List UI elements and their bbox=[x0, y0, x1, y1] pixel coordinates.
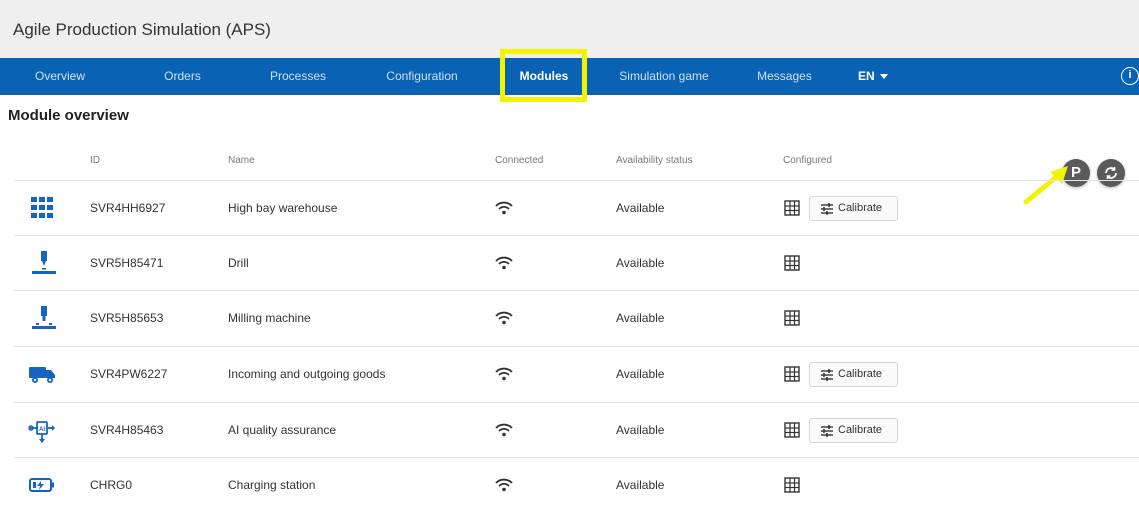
module-id: SVR4PW6227 bbox=[90, 367, 168, 381]
calibrate-label: Calibrate bbox=[838, 368, 883, 380]
nav-tab-overview[interactable]: Overview bbox=[30, 58, 90, 95]
app-title: Agile Production Simulation (APS) bbox=[13, 20, 271, 39]
column-header-name: Name bbox=[228, 155, 255, 166]
calibrate-button[interactable]: Calibrate bbox=[809, 362, 898, 387]
availability-status: Available bbox=[616, 367, 665, 381]
grid-icon[interactable] bbox=[784, 200, 800, 216]
nav-tab-simulation-game[interactable]: Simulation game bbox=[614, 58, 714, 95]
info-icon[interactable]: i bbox=[1121, 67, 1139, 85]
module-name: Incoming and outgoing goods bbox=[228, 367, 386, 381]
module-id: CHRG0 bbox=[90, 478, 133, 492]
nav-tab-orders[interactable]: Orders bbox=[155, 58, 210, 95]
module-name: Milling machine bbox=[228, 311, 311, 325]
nav-tab-messages[interactable]: Messages bbox=[752, 58, 817, 95]
module-id: SVR4H85463 bbox=[90, 423, 164, 437]
caret-down-icon bbox=[879, 74, 888, 80]
wifi-icon bbox=[495, 478, 513, 492]
wifi-icon bbox=[495, 256, 513, 270]
wifi-icon bbox=[495, 311, 513, 325]
module-id: SVR4HH6927 bbox=[90, 201, 166, 215]
table-row: SVR5H85653 Milling machine Available bbox=[14, 290, 1139, 345]
availability-status: Available bbox=[616, 256, 665, 270]
wifi-icon bbox=[495, 367, 513, 381]
grid-icon[interactable] bbox=[784, 366, 800, 382]
availability-status: Available bbox=[616, 423, 665, 437]
grid-icon[interactable] bbox=[784, 477, 800, 493]
app-header: Agile Production Simulation (APS) bbox=[0, 0, 1139, 58]
table-row: SVR4HH6927 High bay warehouse Available … bbox=[14, 180, 1139, 235]
main-nav: Overview Orders Processes Configuration … bbox=[0, 58, 1139, 95]
availability-status: Available bbox=[616, 478, 665, 492]
module-name: AI quality assurance bbox=[228, 423, 337, 437]
calibrate-button[interactable]: Calibrate bbox=[809, 418, 898, 443]
calibrate-label: Calibrate bbox=[838, 424, 883, 436]
module-name: High bay warehouse bbox=[228, 201, 338, 215]
table-header: ID Name Connected Availability status Co… bbox=[0, 146, 1139, 180]
nav-tab-configuration[interactable]: Configuration bbox=[378, 58, 466, 95]
availability-status: Available bbox=[616, 201, 665, 215]
grid-icon[interactable] bbox=[784, 422, 800, 438]
column-header-availability: Availability status bbox=[616, 155, 693, 166]
ai-chip-icon: AI bbox=[28, 421, 55, 443]
high-bay-warehouse-icon bbox=[31, 197, 53, 218]
truck-icon bbox=[29, 367, 55, 383]
availability-status: Available bbox=[616, 311, 665, 325]
wifi-icon bbox=[495, 201, 513, 215]
module-id: SVR5H85653 bbox=[90, 311, 164, 325]
column-header-connected: Connected bbox=[495, 155, 544, 166]
column-header-configured: Configured bbox=[783, 155, 832, 166]
module-name: Drill bbox=[228, 256, 249, 270]
table-row: CHRG0 Charging station Available bbox=[14, 457, 1139, 509]
table-row: SVR5H85471 Drill Available bbox=[14, 235, 1139, 290]
language-value: EN bbox=[858, 69, 875, 83]
nav-tab-modules[interactable]: Modules bbox=[510, 58, 578, 95]
milling-machine-icon bbox=[32, 306, 56, 329]
table-row: AI SVR4H85463 AI quality assurance Avail… bbox=[14, 402, 1139, 457]
grid-icon[interactable] bbox=[784, 310, 800, 326]
calibrate-label: Calibrate bbox=[838, 202, 883, 214]
column-header-id: ID bbox=[90, 155, 100, 166]
nav-tab-processes[interactable]: Processes bbox=[263, 58, 333, 95]
page-title: Module overview bbox=[8, 107, 129, 124]
tune-icon bbox=[821, 203, 833, 215]
wifi-icon bbox=[495, 423, 513, 437]
language-select[interactable]: EN bbox=[858, 58, 888, 95]
tune-icon bbox=[821, 425, 833, 437]
grid-icon[interactable] bbox=[784, 255, 800, 271]
tune-icon bbox=[821, 369, 833, 381]
table-row: SVR4PW6227 Incoming and outgoing goods A… bbox=[14, 346, 1139, 401]
battery-charging-icon bbox=[29, 478, 54, 492]
drill-icon bbox=[32, 251, 56, 274]
module-name: Charging station bbox=[228, 478, 316, 492]
module-id: SVR5H85471 bbox=[90, 256, 164, 270]
calibrate-button[interactable]: Calibrate bbox=[809, 196, 898, 221]
svg-text:AI: AI bbox=[39, 427, 45, 433]
